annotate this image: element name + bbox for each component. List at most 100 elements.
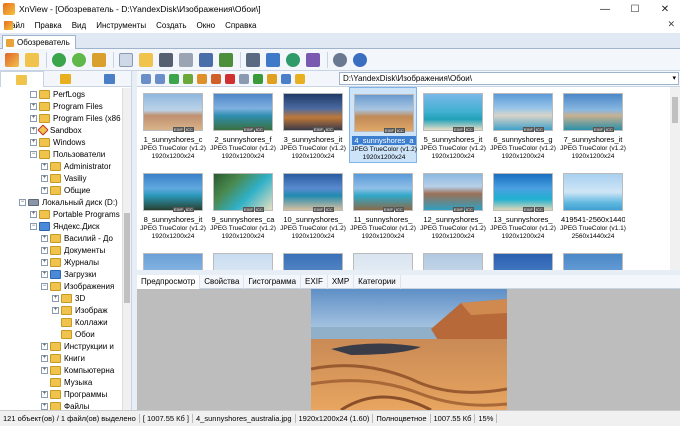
expand-icon[interactable]: +: [41, 174, 48, 182]
scrollbar-thumb[interactable]: [672, 97, 678, 123]
thumbnail-item-selected[interactable]: EXIF ICC 4_sunnyshores_a JPEG TrueColor (…: [349, 87, 417, 163]
refresh-button[interactable]: [50, 51, 68, 69]
tab-favorites[interactable]: [44, 71, 88, 87]
thumbnail-item[interactable]: [209, 247, 277, 270]
menu-create[interactable]: Создать: [151, 21, 191, 30]
folder-tree-scrollbar[interactable]: [122, 88, 131, 410]
thumbnail-item[interactable]: EXIF ICC 8_sunnyshores_it JPEG TrueColor …: [139, 167, 207, 243]
expand-icon[interactable]: +: [41, 390, 48, 398]
expand-icon[interactable]: +: [41, 354, 48, 362]
move-to-button[interactable]: [209, 72, 222, 85]
collapse-icon[interactable]: −: [30, 222, 37, 230]
web-button[interactable]: [284, 51, 302, 69]
tree-item[interactable]: + Sandbox: [30, 124, 82, 136]
collapse-icon[interactable]: −: [41, 282, 48, 290]
tree-item[interactable]: + Windows: [30, 136, 85, 148]
expand-icon[interactable]: +: [30, 210, 37, 218]
expand-icon[interactable]: +: [41, 258, 48, 266]
copy-to-button[interactable]: [195, 72, 208, 85]
tab-histogram[interactable]: Гистограмма: [244, 275, 302, 289]
document-close-button[interactable]: ✕: [667, 19, 675, 30]
tab-exif[interactable]: EXIF: [301, 275, 328, 289]
minimize-button[interactable]: —: [590, 0, 620, 18]
menu-help[interactable]: Справка: [220, 21, 261, 30]
forward-button[interactable]: [153, 72, 166, 85]
tree-item[interactable]: Коллажи: [61, 316, 108, 328]
collapse-icon[interactable]: −: [30, 150, 37, 158]
tree-item[interactable]: Обои: [61, 328, 95, 340]
thumbnail-item[interactable]: EXIF ICC 1_sunnyshores_c JPEG TrueColor (…: [139, 87, 207, 163]
tab-categories[interactable]: Категории: [354, 275, 401, 289]
tree-item[interactable]: + Программы: [41, 388, 107, 400]
expand-icon[interactable]: +: [41, 402, 48, 410]
address-path-field[interactable]: D:\YandexDisk\Изображения\Обои\ ▾: [339, 72, 679, 85]
tree-item[interactable]: − Изображения: [41, 280, 114, 292]
tree-item[interactable]: + Книги: [41, 352, 85, 364]
back-button[interactable]: [139, 72, 152, 85]
chevron-down-icon[interactable]: ▾: [672, 73, 676, 84]
select-button[interactable]: [279, 72, 292, 85]
thumbnail-item[interactable]: [559, 247, 627, 270]
expand-icon[interactable]: +: [52, 306, 59, 314]
sync-button[interactable]: [70, 51, 88, 69]
tree-item[interactable]: + Документы: [41, 244, 105, 256]
thumbnail-item[interactable]: [349, 247, 417, 270]
tree-item[interactable]: + Vasiliy: [41, 172, 87, 184]
sort-button[interactable]: [251, 72, 264, 85]
expand-icon[interactable]: +: [41, 270, 48, 278]
expand-icon[interactable]: +: [41, 186, 48, 194]
print-button[interactable]: [177, 51, 195, 69]
expand-icon[interactable]: +: [41, 234, 48, 242]
tree-item[interactable]: + Василий - До: [41, 232, 113, 244]
expand-icon[interactable]: +: [41, 342, 48, 350]
tree-item[interactable]: + Изображ: [52, 304, 108, 316]
slideshow-button[interactable]: [217, 51, 235, 69]
thumbnail-item[interactable]: [489, 247, 557, 270]
delete-button[interactable]: [223, 72, 236, 85]
thumbnail-item[interactable]: EXIF ICC 2_sunnyshores_f JPEG TrueColor (…: [209, 87, 277, 163]
tree-item[interactable]: + Program Files (x86: [30, 112, 121, 124]
tree-item[interactable]: PerfLogs: [30, 88, 85, 100]
thumbnail-item[interactable]: EXIF ICC 5_sunnyshores_it JPEG TrueColor …: [419, 87, 487, 163]
thumbnail-scrollbar[interactable]: [670, 87, 680, 270]
thumbnail-item[interactable]: EXIF ICC 3_sunnyshores_it JPEG TrueColor …: [279, 87, 347, 163]
wallpaper-button[interactable]: [264, 51, 282, 69]
menu-window[interactable]: Окно: [191, 21, 220, 30]
menu-edit[interactable]: Правка: [30, 21, 67, 30]
thumbnail-item[interactable]: EXIF ICC 13_sunnyshores_ JPEG TrueColor (…: [489, 167, 557, 243]
tree-item[interactable]: + Общие: [41, 184, 90, 196]
tree-item[interactable]: + Administrator: [41, 160, 111, 172]
thumbnail-item[interactable]: EXIF ICC 6_sunnyshores_g JPEG TrueColor (…: [489, 87, 557, 163]
expand-icon[interactable]: +: [30, 126, 37, 134]
favorites-button[interactable]: [90, 51, 108, 69]
expand-icon[interactable]: +: [30, 138, 37, 146]
tree-item[interactable]: + Инструкции и: [41, 340, 114, 352]
tree-item[interactable]: − Локальный диск (D:): [19, 196, 118, 208]
tab-properties[interactable]: Свойства: [200, 275, 245, 289]
collapse-icon[interactable]: −: [19, 198, 26, 206]
tree-item[interactable]: + Файлы: [41, 400, 89, 410]
expand-icon[interactable]: +: [52, 294, 59, 302]
thumbnail-item[interactable]: 419541-2560x1440 JPEG TrueColor (v1.1) 2…: [559, 167, 627, 243]
filter-button[interactable]: [265, 72, 278, 85]
new-folder-button[interactable]: [137, 51, 155, 69]
info-button[interactable]: [351, 51, 369, 69]
menu-view[interactable]: Вид: [67, 21, 91, 30]
expand-icon[interactable]: +: [41, 162, 48, 170]
tree-item[interactable]: + Загрузки: [41, 268, 96, 280]
thumbnail-item[interactable]: [279, 247, 347, 270]
tree-item[interactable]: +3D: [52, 292, 85, 304]
scrollbar-thumb[interactable]: [124, 213, 130, 303]
favorite-add-button[interactable]: [293, 72, 306, 85]
tab-xmp[interactable]: XMP: [328, 275, 355, 289]
tree-item[interactable]: + Portable Programs: [30, 208, 120, 220]
maximize-button[interactable]: ☐: [620, 0, 650, 18]
thumbnail-item[interactable]: EXIF ICC 9_sunnyshores_ca JPEG TrueColor …: [209, 167, 277, 243]
tree-item[interactable]: − Яндекс.Диск: [30, 220, 100, 232]
copy-button[interactable]: [117, 51, 135, 69]
thumbnail-item[interactable]: EXIF ICC 11_sunnyshores_ JPEG TrueColor (…: [349, 167, 417, 243]
expand-icon[interactable]: [30, 90, 37, 98]
expand-icon[interactable]: +: [30, 114, 37, 122]
capture-button[interactable]: [244, 51, 262, 69]
thumbnail-item[interactable]: EXIF ICC 7_sunnyshores_it JPEG TrueColor …: [559, 87, 627, 163]
